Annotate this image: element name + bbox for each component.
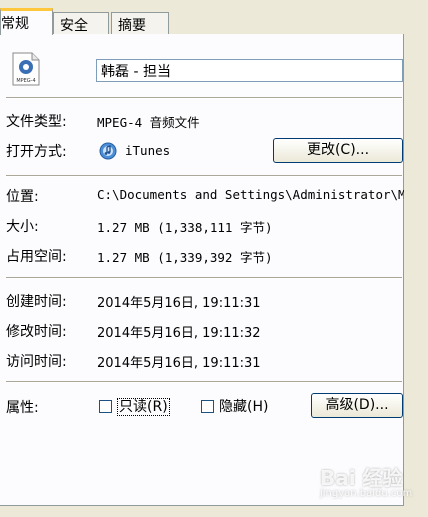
mpeg4-file-icon: MPEG-4 — [12, 52, 40, 86]
opens-with-app: iTunes — [125, 143, 171, 158]
advanced-button[interactable]: 高级(D)... — [311, 393, 403, 418]
tab-general[interactable]: 常规 — [0, 8, 53, 35]
readonly-label[interactable]: 只读(R) — [117, 396, 170, 416]
location-value: C:\Documents and Settings\Administrator\… — [97, 187, 404, 202]
tab-summary[interactable]: 摘要 — [111, 12, 169, 34]
created-value: 2014年5月16日, 19:11:31 — [97, 296, 261, 311]
disk-size-label: 占用空间: — [6, 249, 67, 265]
accessed-value: 2014年5月16日, 19:11:31 — [97, 356, 261, 371]
itunes-icon — [99, 142, 117, 160]
modified-value: 2014年5月16日, 19:11:32 — [97, 326, 261, 341]
baidu-watermark-url: jingyan.baidu.com — [320, 488, 413, 499]
opens-with-label: 打开方式: — [6, 144, 67, 160]
size-value: 1.27 MB (1,338,111 字节) — [97, 220, 273, 235]
separator — [6, 97, 402, 99]
modified-label: 修改时间: — [6, 324, 67, 340]
disk-size-value: 1.27 MB (1,339,392 字节) — [97, 250, 273, 265]
readonly-checkbox[interactable] — [99, 400, 112, 413]
readonly-label-text: 只读(R) — [117, 398, 170, 416]
tab-summary-label: 摘要 — [118, 18, 146, 34]
location-label: 位置: — [6, 189, 39, 205]
hidden-label[interactable]: 隐藏(H) — [219, 396, 268, 416]
separator — [6, 175, 402, 177]
attributes-label: 属性: — [6, 400, 39, 416]
separator — [6, 381, 402, 383]
separator — [6, 277, 402, 279]
baidu-watermark: Bai 经验 — [320, 466, 403, 490]
change-button[interactable]: 更改(C)... — [273, 138, 403, 163]
tab-security[interactable]: 安全 — [53, 12, 109, 34]
accessed-label: 访问时间: — [6, 354, 67, 370]
file-type-label: 文件类型: — [6, 114, 67, 130]
tab-general-label: 常规 — [1, 16, 29, 32]
hidden-checkbox[interactable] — [201, 400, 214, 413]
file-type-value: MPEG-4 音频文件 — [97, 115, 200, 130]
tab-bar: 常规 安全 摘要 — [0, 0, 428, 35]
created-label: 创建时间: — [6, 294, 67, 310]
size-label: 大小: — [6, 219, 39, 235]
general-panel — [0, 34, 404, 506]
tab-security-label: 安全 — [60, 18, 88, 34]
file-icon-caption: MPEG-4 — [16, 78, 35, 84]
file-name-input[interactable] — [96, 59, 403, 82]
window-edge — [404, 0, 428, 517]
